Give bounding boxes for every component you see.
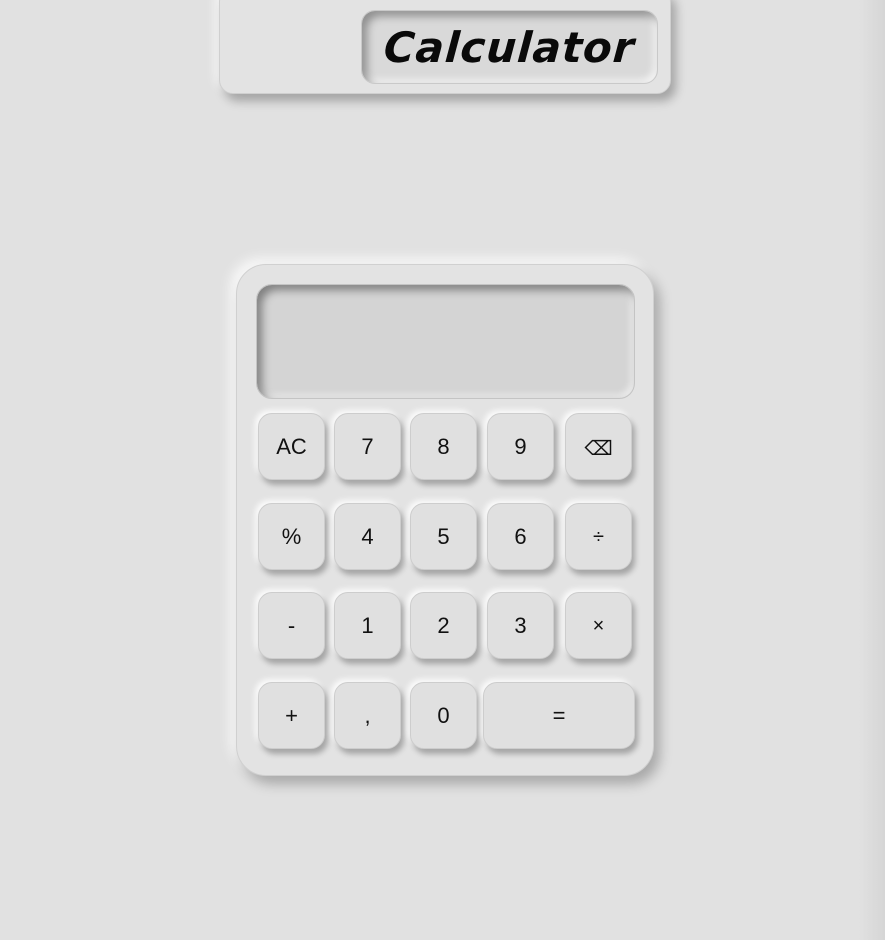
plus-label: + [285, 702, 298, 728]
clear-button[interactable]: AC [258, 413, 325, 480]
digit-5-button[interactable]: 5 [410, 503, 477, 570]
backspace-icon: ⌫ [584, 435, 613, 460]
digit-4-button[interactable]: 4 [334, 503, 401, 570]
scroll-edge-shade [859, 0, 885, 940]
title-badge: Calculator [361, 10, 658, 84]
digit-1-button[interactable]: 1 [334, 592, 401, 659]
digit-0-label: 0 [437, 702, 450, 728]
digit-3-button[interactable]: 3 [487, 592, 554, 659]
calculator-display [256, 284, 635, 399]
comma-label: , [364, 702, 371, 728]
digit-2-button[interactable]: 2 [410, 592, 477, 659]
digit-4-label: 4 [361, 523, 374, 549]
digit-2-label: 2 [437, 612, 450, 638]
digit-7-label: 7 [361, 433, 374, 459]
comma-button[interactable]: , [334, 682, 401, 749]
digit-8-label: 8 [437, 433, 450, 459]
digit-8-button[interactable]: 8 [410, 413, 477, 480]
equals-button[interactable]: = [483, 682, 635, 749]
percent-button[interactable]: % [258, 503, 325, 570]
header-plate: Calculator [219, 0, 671, 94]
plus-button[interactable]: + [258, 682, 325, 749]
digit-5-label: 5 [437, 523, 450, 549]
digit-6-label: 6 [514, 523, 527, 549]
divide-button[interactable]: ÷ [565, 503, 632, 570]
calculator-body: AC 7 8 9 ⌫ % 4 5 6 ÷ - 1 2 3 × + , 0 = [236, 264, 654, 776]
digit-1-label: 1 [361, 612, 374, 638]
digit-0-button[interactable]: 0 [410, 682, 477, 749]
divide-label: ÷ [593, 525, 604, 548]
multiply-button[interactable]: × [565, 592, 632, 659]
digit-9-label: 9 [514, 433, 527, 459]
digit-7-button[interactable]: 7 [334, 413, 401, 480]
digit-3-label: 3 [514, 612, 527, 638]
clear-label: AC [276, 433, 307, 459]
multiply-label: × [592, 614, 605, 637]
minus-button[interactable]: - [258, 592, 325, 659]
digit-9-button[interactable]: 9 [487, 413, 554, 480]
page-title: Calculator [382, 22, 637, 72]
percent-label: % [281, 523, 302, 549]
digit-6-button[interactable]: 6 [487, 503, 554, 570]
equals-label: = [552, 702, 566, 728]
backspace-button[interactable]: ⌫ [565, 413, 632, 480]
minus-label: - [287, 612, 296, 638]
